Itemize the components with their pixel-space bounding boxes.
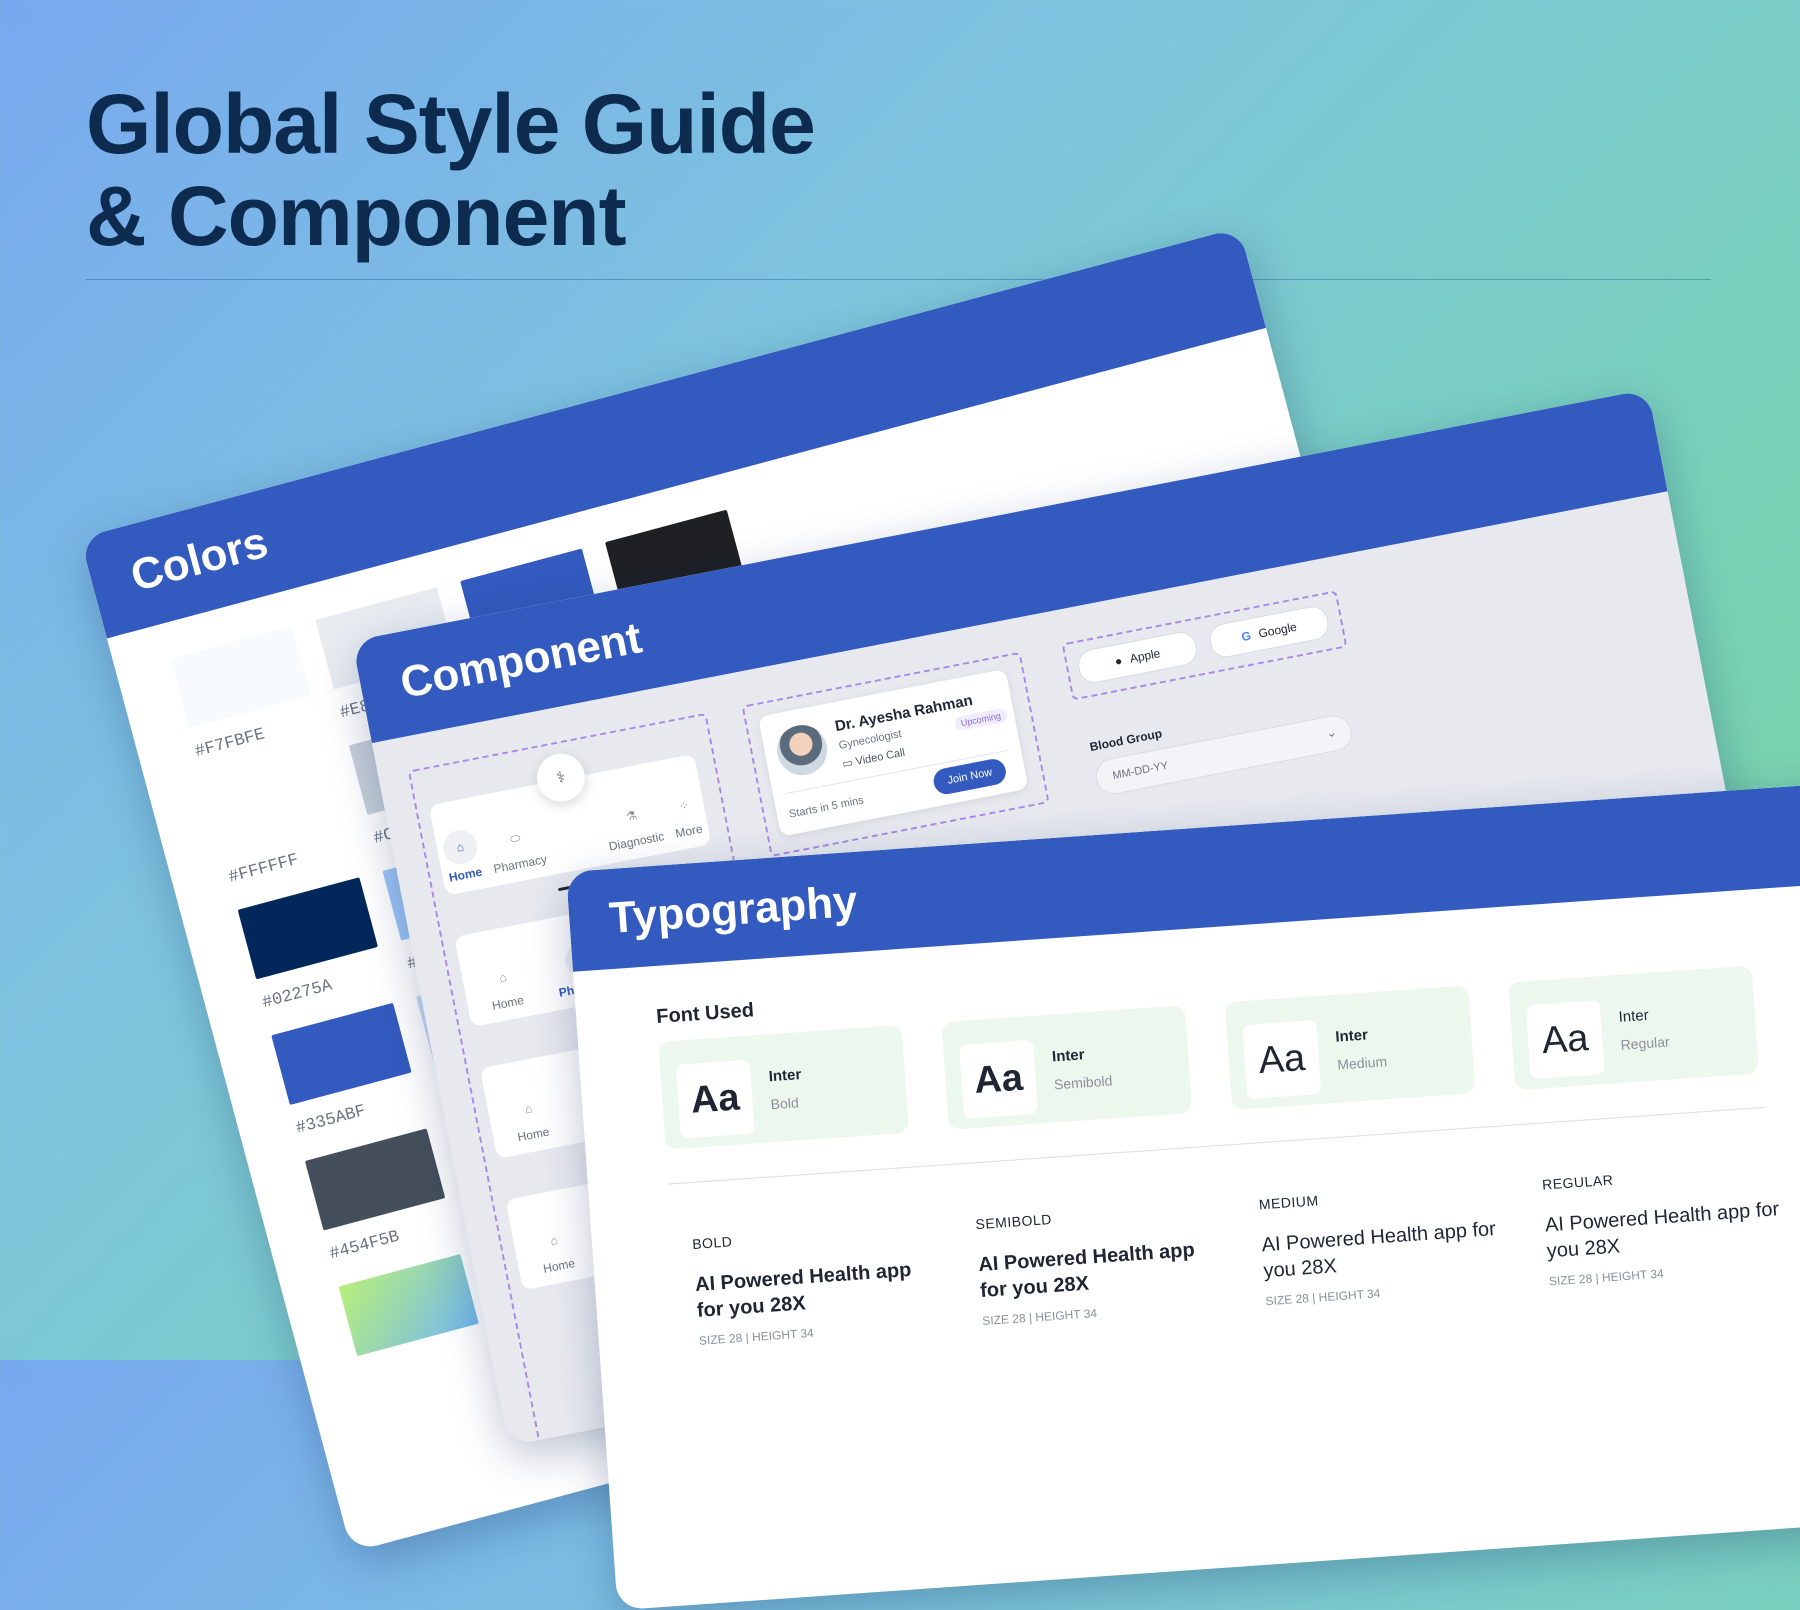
font-tile-semibold: Aa Inter Semibold [941, 1005, 1193, 1130]
apple-button-label: Apple [1128, 646, 1162, 666]
weight-heading-medium: MEDIUM [1258, 1192, 1320, 1213]
font-sample-aa: Aa [1242, 1020, 1322, 1100]
nav-item-pharmacy-label: Pharmacy [492, 851, 549, 877]
nav-item-home[interactable]: ⌂ Home [511, 1095, 551, 1145]
font-sample-aa: Aa [675, 1059, 755, 1139]
nav-item-home[interactable]: ⌂ Home [440, 827, 483, 885]
nav-item-home-label: Home [490, 992, 525, 1013]
color-swatch-label: #335ABF [294, 1101, 368, 1139]
google-icon: G [1240, 628, 1253, 645]
color-swatch-gradient [338, 1253, 479, 1357]
font-tile-regular: Aa Inter Regular [1508, 965, 1759, 1091]
page-title: Global Style Guide & Component [86, 77, 816, 263]
call-type-label: Video Call [854, 746, 907, 768]
home-icon: ⌂ [523, 1101, 534, 1117]
font-weight-name: Semibold [1053, 1072, 1113, 1093]
font-weight-name: Medium [1336, 1053, 1388, 1073]
nav-item-more[interactable]: ⁘ More [668, 792, 704, 841]
blood-group-select[interactable]: MM-DD-YY ⌄ [1092, 712, 1355, 798]
nav-item-diagnostic-label: Diagnostic [607, 829, 666, 854]
weight-heading-bold: BOLD [691, 1233, 733, 1253]
font-tile-bold: Aa Inter Bold [658, 1024, 910, 1150]
font-weight-name: Regular [1620, 1033, 1671, 1053]
font-family-name: Inter [768, 1066, 802, 1086]
grid-icon: ⁘ [677, 797, 691, 814]
blood-group-placeholder: MM-DD-YY [1111, 759, 1170, 783]
font-weight-name: Bold [770, 1094, 800, 1113]
color-swatch-335abf [271, 1002, 412, 1105]
nav-item-home-label: Home [447, 864, 484, 885]
font-tile-medium: Aa Inter Medium [1224, 985, 1476, 1111]
nav-item-home[interactable]: ⌂ Home [485, 964, 525, 1013]
font-family-name: Inter [1051, 1046, 1086, 1066]
typography-card-title: Typography [607, 876, 859, 944]
colors-card-title: Colors [125, 517, 273, 602]
home-icon: ⌂ [440, 827, 481, 868]
type-sample-semibold: AI Powered Health app for you 28X [977, 1239, 1196, 1303]
type-sample-medium: AI Powered Health app for you 28X [1260, 1218, 1497, 1283]
chevron-down-icon: ⌄ [1325, 724, 1338, 741]
google-button-label: Google [1257, 619, 1298, 641]
doctor-avatar [772, 720, 832, 780]
type-meta-regular: SIZE 28 | HEIGHT 34 [1548, 1266, 1665, 1289]
nav-item-home[interactable]: ⌂ Home [536, 1227, 576, 1276]
color-swatch-label: #02275A [260, 976, 335, 1014]
starts-in-text: Starts in 5 mins [788, 794, 865, 821]
pill-icon: ⬭ [508, 830, 522, 846]
color-swatch-label: #F7FBFE [193, 725, 268, 763]
weight-heading-semibold: SEMIBOLD [975, 1210, 1053, 1233]
type-meta-semibold: SIZE 28 | HEIGHT 34 [981, 1306, 1098, 1329]
test-tube-icon: ⚗ [624, 807, 639, 824]
nav-item-home-label: Home [516, 1124, 551, 1145]
title-divider [86, 279, 1711, 280]
home-icon: ⌂ [549, 1232, 559, 1249]
font-family-name: Inter [1334, 1026, 1369, 1046]
nav-item-diagnostic[interactable]: ⚗ Diagnostic [602, 800, 666, 854]
font-sample-aa: Aa [959, 1039, 1039, 1119]
color-swatch-02275a [237, 877, 378, 980]
nav-item-more-label: More [674, 821, 704, 841]
nav-item-home-label: Home [542, 1256, 577, 1276]
home-icon: ⌂ [498, 969, 508, 985]
doctor-name: Dr. Ayesha Rahman [833, 691, 975, 736]
font-family-name: Inter [1618, 1006, 1650, 1026]
component-card-title: Component [396, 613, 646, 708]
color-swatch-label: #FFFFFF [226, 850, 301, 888]
apple-icon: ● [1113, 653, 1124, 669]
stethoscope-icon: ⚕ [555, 768, 567, 788]
font-used-label: Font Used [655, 999, 755, 1029]
type-sample-bold: AI Powered Health app for you 28X [694, 1258, 913, 1322]
color-swatch-454f5b [304, 1128, 446, 1231]
color-swatch-label: #454F5B [327, 1227, 402, 1265]
type-meta-bold: SIZE 28 | HEIGHT 34 [698, 1325, 815, 1348]
nav-item-pharmacy[interactable]: ⬭ Pharmacy [487, 823, 549, 877]
color-swatch-ffffff [203, 751, 345, 854]
type-meta-medium: SIZE 28 | HEIGHT 34 [1265, 1286, 1381, 1309]
page-title-line-2: & Component [86, 169, 627, 263]
type-sample-regular: AI Powered Health app for you 28X [1544, 1198, 1780, 1263]
color-swatch-f7fbfe [170, 626, 311, 729]
video-camera-icon: ▭ [841, 756, 854, 771]
font-sample-aa: Aa [1525, 1000, 1605, 1080]
page-title-line-1: Global Style Guide [86, 77, 816, 171]
status-badge: Upcoming [953, 707, 1008, 732]
typography-card: Typography Font Used Aa Inter Bold Aa In… [566, 775, 1800, 1610]
weight-heading-regular: REGULAR [1541, 1171, 1614, 1193]
